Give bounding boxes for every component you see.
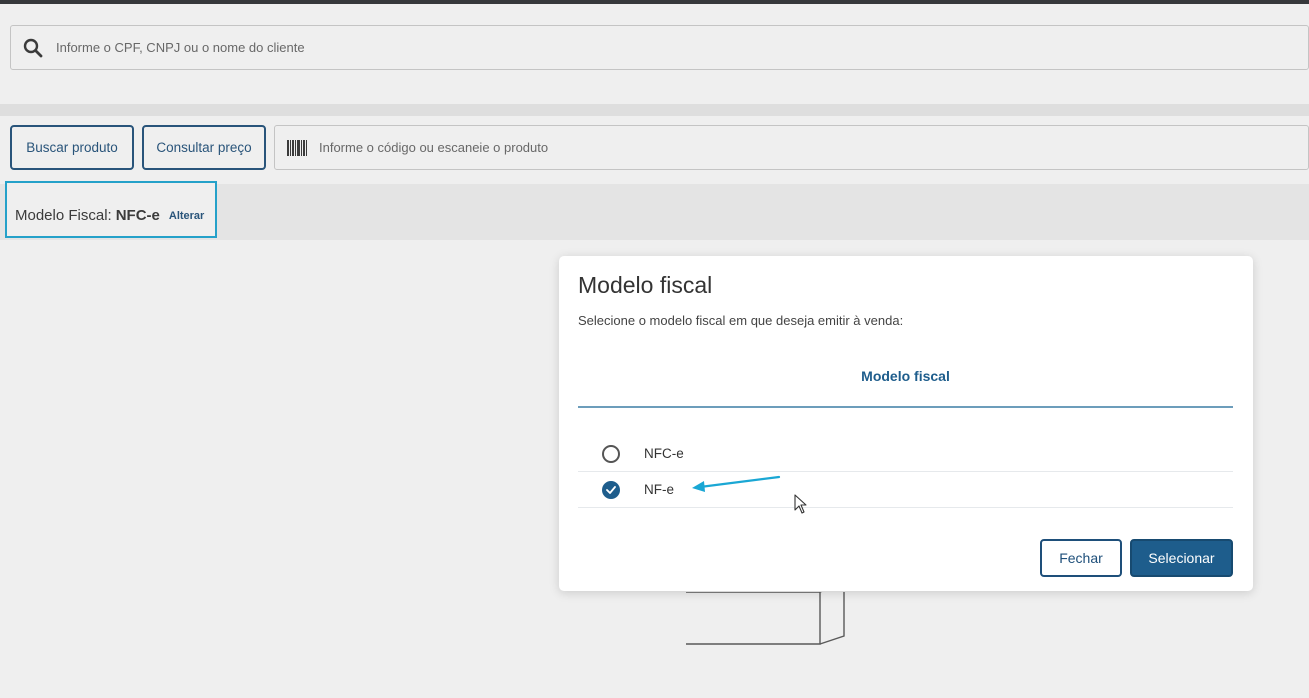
close-button[interactable]: Fechar <box>1040 539 1122 577</box>
select-button[interactable]: Selecionar <box>1130 539 1233 577</box>
fiscal-options-list: NFC-e NF-e <box>578 436 1233 508</box>
option-nfce[interactable]: NFC-e <box>578 436 1233 472</box>
dialog-title: Modelo fiscal <box>578 272 713 298</box>
option-label: NFC-e <box>644 446 684 461</box>
mouse-cursor-icon <box>794 494 807 514</box>
radio-unchecked-icon[interactable] <box>602 444 620 463</box>
dialog-subtitle: Selecione o modelo fiscal em que deseja … <box>578 313 904 328</box>
fiscal-model-dialog: Modelo fiscal Selecione o modelo fiscal … <box>559 256 1253 591</box>
tab-underline <box>578 406 1233 408</box>
annotation-arrow-icon <box>692 475 781 492</box>
option-label: NF-e <box>644 482 674 497</box>
tab-fiscal-model[interactable]: Modelo fiscal <box>578 368 1233 384</box>
option-nfe[interactable]: NF-e <box>578 472 1233 508</box>
radio-checked-icon[interactable] <box>602 480 620 499</box>
